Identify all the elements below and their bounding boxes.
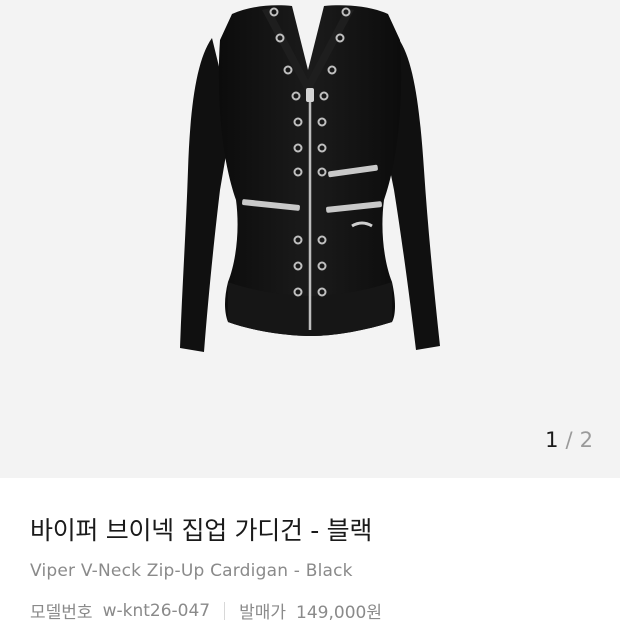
product-photo bbox=[180, 5, 440, 352]
model-number-value: w-knt26-047 bbox=[102, 600, 211, 621]
product-meta: 모델번호 w-knt26-047 발매가 149,000원 bbox=[30, 598, 590, 623]
image-counter-separator: / bbox=[565, 428, 574, 452]
product-image-gallery[interactable]: 1/2 bbox=[0, 0, 620, 478]
meta-divider bbox=[224, 601, 226, 620]
release-price-label: 발매가 bbox=[239, 603, 287, 623]
release-price-value: 149,000원 bbox=[296, 603, 382, 623]
model-number-label: 모델번호 bbox=[30, 603, 93, 623]
product-title-english: Viper V-Neck Zip-Up Cardigan - Black bbox=[30, 561, 353, 581]
product-info: 바이퍼 브이넥 집업 가디건 - 블랙 Viper V-Neck Zip-Up … bbox=[0, 511, 620, 623]
image-counter: 1/2 bbox=[545, 428, 594, 452]
product-title-korean: 바이퍼 브이넥 집업 가디건 - 블랙 bbox=[30, 516, 373, 545]
image-counter-total: 2 bbox=[579, 428, 594, 452]
image-counter-current: 1 bbox=[545, 428, 560, 452]
